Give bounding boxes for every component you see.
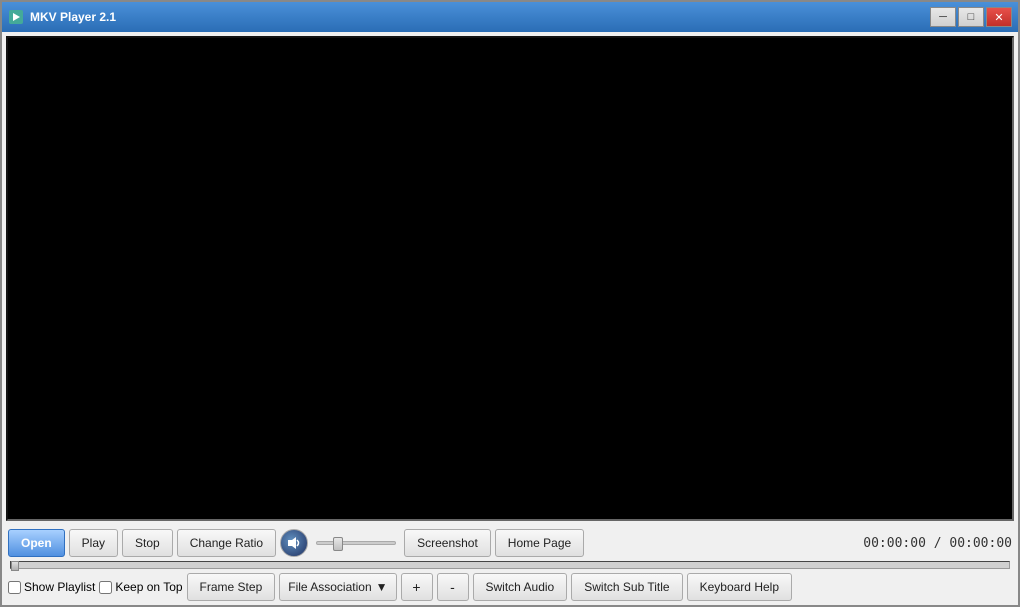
seek-bar[interactable] [10, 561, 1010, 569]
change-ratio-button[interactable]: Change Ratio [177, 529, 276, 557]
keyboard-help-button[interactable]: Keyboard Help [687, 573, 792, 601]
switch-audio-button[interactable]: Switch Audio [473, 573, 568, 601]
volume-slider-thumb[interactable] [333, 537, 343, 551]
maximize-button[interactable]: □ [958, 7, 984, 27]
controls-row-3: Show Playlist Keep on Top Frame Step Fil… [8, 573, 1012, 601]
close-button[interactable]: ✕ [986, 7, 1012, 27]
title-bar-left: MKV Player 2.1 [8, 9, 116, 25]
keep-on-top-label[interactable]: Keep on Top [99, 580, 182, 594]
controls-area: Open Play Stop Change Ratio Screenshot H… [2, 525, 1018, 605]
controls-row-1: Open Play Stop Change Ratio Screenshot H… [8, 529, 1012, 557]
title-bar: MKV Player 2.1 ─ □ ✕ [2, 2, 1018, 32]
main-window: MKV Player 2.1 ─ □ ✕ Open Play Stop Chan… [0, 0, 1020, 607]
dropdown-arrow-icon: ▼ [376, 580, 388, 594]
plus-button[interactable]: + [401, 573, 433, 601]
time-display: 00:00:00 / 00:00:00 [863, 536, 1012, 551]
open-button[interactable]: Open [8, 529, 65, 557]
minus-button[interactable]: - [437, 573, 469, 601]
play-button[interactable]: Play [69, 529, 118, 557]
switch-sub-title-button[interactable]: Switch Sub Title [571, 573, 682, 601]
app-icon [8, 9, 24, 25]
home-page-button[interactable]: Home Page [495, 529, 584, 557]
seek-bar-container[interactable] [8, 561, 1012, 569]
volume-slider-track[interactable] [316, 541, 396, 545]
minimize-button[interactable]: ─ [930, 7, 956, 27]
show-playlist-checkbox[interactable] [8, 581, 21, 594]
seek-thumb[interactable] [11, 561, 19, 571]
frame-step-button[interactable]: Frame Step [187, 573, 276, 601]
keep-on-top-checkbox[interactable] [99, 581, 112, 594]
volume-button[interactable] [280, 529, 308, 557]
stop-button[interactable]: Stop [122, 529, 173, 557]
title-buttons: ─ □ ✕ [930, 7, 1012, 27]
speaker-icon [286, 535, 302, 551]
window-title: MKV Player 2.1 [30, 10, 116, 24]
file-association-dropdown[interactable]: File Association ▼ [279, 573, 396, 601]
video-display [6, 36, 1014, 521]
screenshot-button[interactable]: Screenshot [404, 529, 491, 557]
show-playlist-label[interactable]: Show Playlist [8, 580, 95, 594]
